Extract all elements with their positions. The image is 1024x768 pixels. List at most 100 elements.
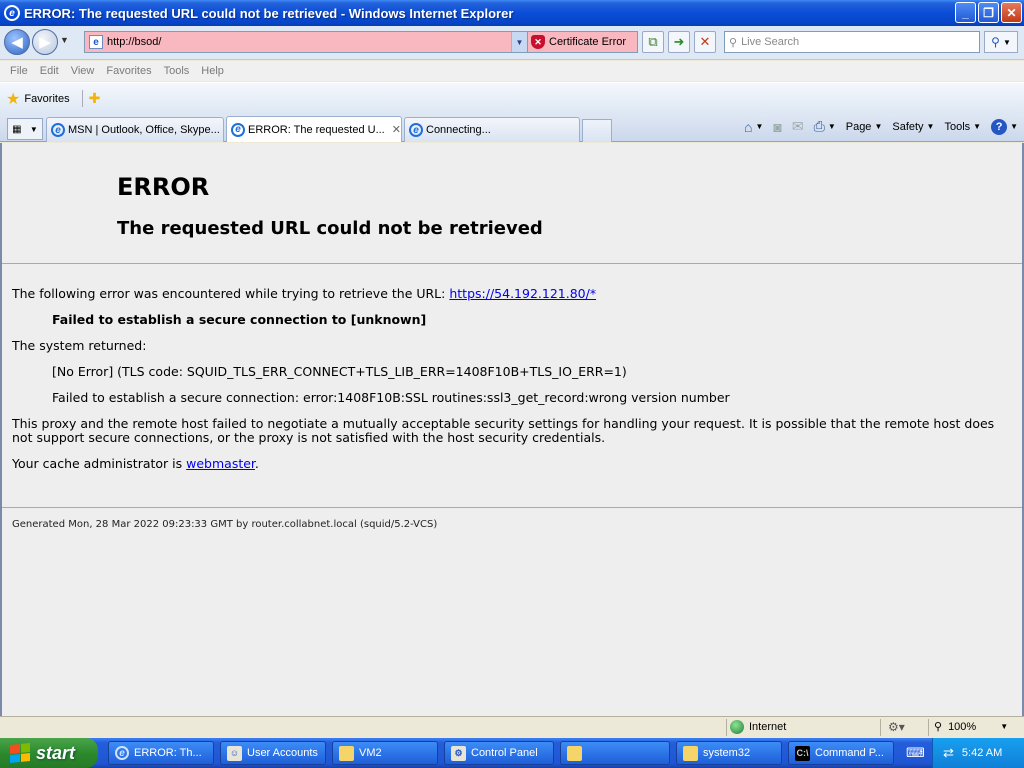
- close-window-button[interactable]: ✕: [1001, 2, 1022, 23]
- intro-text: The following error was encountered whil…: [12, 286, 446, 301]
- favorites-star-icon: ★: [6, 90, 21, 108]
- recent-pages-dropdown[interactable]: ▼: [60, 35, 69, 45]
- favorites-bar: ★ Favorites ✚: [0, 82, 1024, 114]
- safety-menu-button[interactable]: Safety ▼: [892, 121, 934, 133]
- address-dropdown-button[interactable]: ▼: [511, 32, 527, 52]
- menu-favorites[interactable]: Favorites: [100, 65, 157, 77]
- compatibility-view-button[interactable]: ⧉: [642, 31, 664, 53]
- tools-menu-label: Tools: [944, 120, 971, 133]
- security-zone[interactable]: Internet: [730, 720, 786, 734]
- menu-view[interactable]: View: [65, 65, 101, 77]
- tab-error[interactable]: e ERROR: The requested U... ✕: [226, 116, 402, 142]
- taskbar-item-control-panel[interactable]: ⚙ Control Panel: [444, 741, 554, 765]
- clock[interactable]: 5:42 AM: [962, 747, 1002, 759]
- minimize-button[interactable]: _: [955, 2, 976, 23]
- folder-icon: [339, 745, 354, 761]
- home-button[interactable]: ⌂ ▼: [744, 119, 763, 135]
- tab-msn[interactable]: e MSN | Outlook, Office, Skype...: [46, 117, 224, 142]
- taskbar-item-folder[interactable]: [560, 741, 670, 765]
- failed-message: Failed to establish a secure connection …: [12, 313, 1012, 327]
- add-to-favorites-bar-icon[interactable]: ✚: [81, 90, 100, 107]
- protected-mode-icon[interactable]: ⚙▾: [888, 720, 905, 734]
- tab-page-icon: e: [231, 122, 245, 137]
- taskbar-item-vm2[interactable]: VM2: [332, 741, 438, 765]
- rss-feed-icon: ◙: [773, 118, 782, 135]
- search-button[interactable]: ⚲ ▼: [984, 31, 1018, 53]
- status-separator: [880, 719, 881, 736]
- taskbar-item-label: system32: [703, 747, 751, 759]
- ie-icon: e: [115, 746, 129, 760]
- search-icon: ⚲: [729, 36, 738, 49]
- address-url[interactable]: http://bsod/: [107, 36, 511, 48]
- print-button[interactable]: ⎙ ▼: [814, 118, 836, 135]
- certificate-error-button[interactable]: ✕ Certificate Error: [528, 31, 638, 53]
- internet-zone-icon: [730, 720, 744, 734]
- address-bar[interactable]: e http://bsod/ ▼: [84, 31, 528, 53]
- forward-button[interactable]: ▶: [32, 29, 58, 55]
- taskbar-item-user-accounts[interactable]: ☺ User Accounts: [220, 741, 326, 765]
- page-menu-label: Page: [845, 120, 872, 133]
- zoom-dropdown-icon[interactable]: ▼: [1000, 722, 1008, 731]
- ssl-detail-text: Failed to establish a secure connection:…: [52, 390, 730, 405]
- restore-button[interactable]: ❐: [978, 2, 999, 23]
- tab-connecting[interactable]: e Connecting...: [404, 117, 580, 142]
- magnifier-icon: ⚲: [991, 35, 1000, 49]
- window-title: ERROR: The requested URL could not be re…: [24, 5, 514, 21]
- go-button[interactable]: ➜: [668, 31, 690, 53]
- taskbar-item-command-prompt[interactable]: C:\ Command P...: [788, 741, 894, 765]
- taskbar-item-label: User Accounts: [247, 747, 318, 759]
- status-bar: Internet ⚙▾ ⚲ 100% ▼: [0, 716, 1024, 738]
- webmaster-link[interactable]: webmaster: [186, 456, 255, 471]
- tab-list-dropdown[interactable]: ▼: [30, 125, 38, 134]
- zoom-control[interactable]: ⚲ 100% ▼: [934, 720, 1008, 734]
- feeds-button[interactable]: ◙: [773, 119, 781, 135]
- keyboard-layout-button[interactable]: ⌨: [900, 741, 928, 765]
- admin-prefix: Your cache administrator is: [12, 456, 183, 471]
- back-arrow-icon: ◀: [11, 34, 23, 51]
- shield-error-icon: ✕: [531, 35, 545, 49]
- taskbar-item-label: Command P...: [815, 747, 884, 759]
- new-tab-button[interactable]: [582, 119, 612, 142]
- page-icon: e: [89, 35, 103, 49]
- back-button[interactable]: ◀: [4, 29, 30, 55]
- command-prompt-icon: C:\: [795, 745, 810, 761]
- window-title-bar[interactable]: e ERROR: The requested URL could not be …: [0, 0, 1024, 26]
- tools-menu-button[interactable]: Tools ▼: [944, 121, 981, 133]
- admin-suffix: .: [254, 456, 259, 471]
- close-tab-icon[interactable]: ✕: [392, 123, 401, 136]
- footer-divider: [2, 507, 1022, 508]
- start-button[interactable]: start: [0, 738, 98, 768]
- zoom-magnifier-icon: ⚲: [934, 721, 943, 733]
- mail-icon: ✉: [791, 118, 804, 134]
- menu-edit[interactable]: Edit: [34, 65, 65, 77]
- system-returned-label: The system returned:: [12, 338, 147, 353]
- status-separator: [928, 719, 929, 736]
- search-options-dropdown[interactable]: ▼: [1003, 38, 1011, 47]
- page-menu-button[interactable]: Page ▼: [846, 121, 883, 133]
- user-accounts-icon: ☺: [227, 745, 242, 761]
- menu-tools[interactable]: Tools: [158, 65, 196, 77]
- forward-arrow-icon: ▶: [39, 34, 51, 51]
- page-content: ERROR The requested URL could not be ret…: [0, 143, 1024, 716]
- help-button[interactable]: ? ▼: [991, 118, 1018, 135]
- favorites-button[interactable]: Favorites: [24, 93, 69, 105]
- menu-help[interactable]: Help: [195, 65, 230, 77]
- ie-app-icon: e: [4, 5, 20, 21]
- address-toolbar: ◀ ▶ ▼ e http://bsod/ ▼ ✕ Certificate Err…: [0, 26, 1024, 60]
- taskbar-item-system32[interactable]: system32: [676, 741, 782, 765]
- stop-button[interactable]: ✕: [694, 31, 716, 53]
- safety-menu-label: Safety: [892, 120, 924, 133]
- network-icon[interactable]: ⇄: [943, 745, 954, 761]
- menu-file[interactable]: File: [4, 65, 34, 77]
- status-separator: [726, 719, 727, 736]
- folder-icon: [567, 745, 582, 761]
- search-field[interactable]: ⚲ Live Search: [724, 31, 980, 53]
- requested-url-link[interactable]: https://54.192.121.80/*: [449, 286, 596, 301]
- tab-label: MSN | Outlook, Office, Skype...: [68, 124, 220, 136]
- taskbar-item-label: ERROR: Th...: [134, 747, 202, 759]
- quick-tabs-button[interactable]: ▦ ▼: [7, 118, 43, 140]
- taskbar-item-ie[interactable]: e ERROR: Th...: [108, 741, 214, 765]
- certificate-error-label: Certificate Error: [549, 36, 627, 48]
- read-mail-button[interactable]: ✉: [792, 118, 804, 135]
- start-label: start: [36, 742, 76, 763]
